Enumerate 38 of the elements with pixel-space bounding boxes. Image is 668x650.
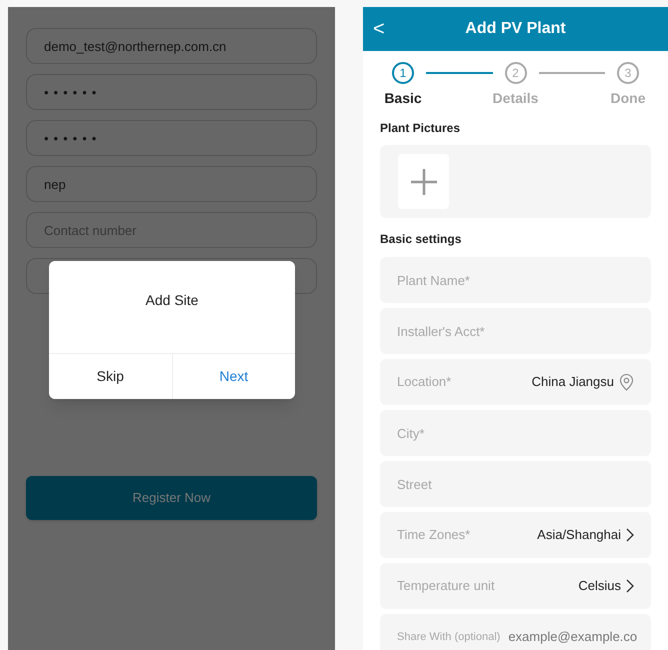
section-title: Basic settings: [380, 231, 462, 248]
select-field[interactable]: Temperature unit Celsius: [380, 563, 651, 609]
step-number: 3: [617, 62, 639, 84]
location-pin-icon: [619, 374, 634, 390]
step-label: Details: [492, 89, 538, 108]
field-label: Share With (optional): [397, 630, 500, 645]
text-field[interactable]: City*: [380, 410, 651, 456]
field-label: Time Zones*: [397, 526, 470, 544]
section-title: Plant Pictures: [380, 120, 462, 137]
chevron-right-icon: [626, 579, 634, 593]
password-field[interactable]: ••••••: [26, 120, 317, 156]
text-field[interactable]: Plant Name*: [380, 257, 651, 303]
dialog-title: Add Site: [146, 291, 198, 310]
field-label: Temperature unit: [397, 577, 495, 596]
primary-dialog-button[interactable]: Next: [172, 354, 295, 399]
plus-icon: [410, 168, 438, 196]
step-label: Basic: [384, 89, 422, 108]
register-button[interactable]: Register Now: [26, 476, 317, 520]
field-label: Location*: [397, 373, 452, 392]
email-field[interactable]: example@example.co: [508, 627, 638, 647]
field-value: China Jiangsu: [532, 373, 614, 392]
select-field[interactable]: Time Zones* Asia/Shanghai: [380, 512, 651, 558]
field-value: Celsius: [578, 577, 621, 596]
chevron-right-icon: [626, 528, 634, 542]
text-field[interactable]: demo_test@northernep.com.cn: [26, 28, 317, 64]
add-picture-button[interactable]: [398, 154, 449, 209]
password-field[interactable]: ••••••: [26, 74, 317, 110]
step-number: 1: [392, 62, 414, 84]
field-value: Asia/Shanghai: [537, 526, 621, 544]
location-field[interactable]: Location* China Jiangsu: [380, 359, 651, 405]
text-field[interactable]: Street: [380, 461, 651, 507]
step-label: Done: [610, 89, 646, 108]
text-field[interactable]: Installer's Acct*: [380, 308, 651, 354]
step-number: 2: [504, 62, 526, 84]
text-field[interactable]: nep: [26, 166, 317, 202]
page-title: Add PV Plant: [465, 19, 566, 39]
back-button[interactable]: <: [373, 14, 385, 44]
dialog-button[interactable]: Skip: [49, 354, 172, 399]
